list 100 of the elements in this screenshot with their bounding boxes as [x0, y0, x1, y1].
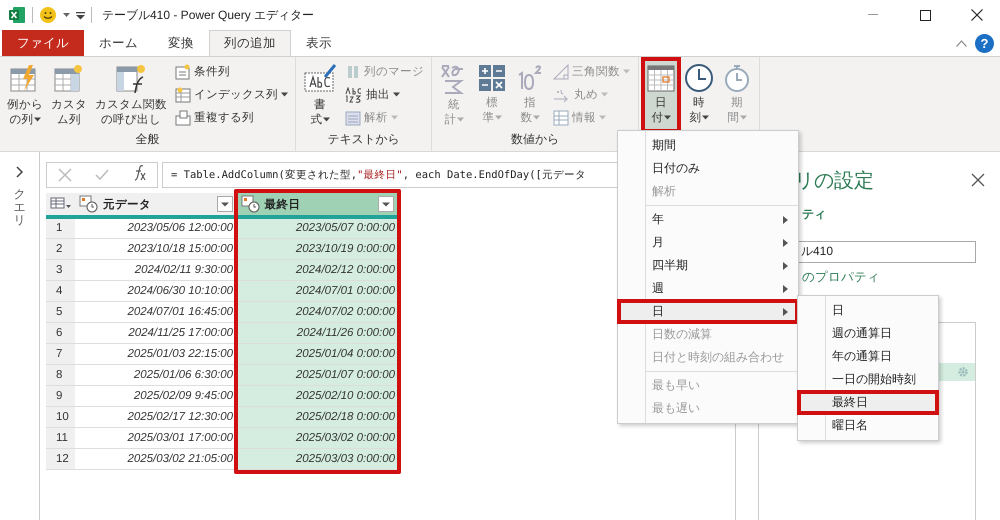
ribbon-button[interactable]: 時 刻 — [681, 59, 717, 131]
submenu-arrow-icon — [783, 216, 788, 224]
spreadsheet-app-icon — [8, 6, 26, 24]
ribbon-tab[interactable]: 表示 — [291, 30, 347, 56]
submenu-arrow-icon — [783, 308, 788, 316]
table-cell: 2024/06/30 10:10:00 — [75, 280, 236, 301]
ribbon-button[interactable]: インデックス列 — [172, 84, 291, 105]
operators-icon — [477, 63, 507, 93]
window-title: テーブル410 - Power Query エディター — [102, 6, 314, 24]
table-cell: 2025/02/10 0:00:00 — [236, 385, 398, 406]
ribbon-button[interactable]: カスタム関数 の呼び出し — [92, 59, 170, 131]
caret-icon — [456, 116, 464, 122]
ribbon-button[interactable]: カスタ ム列 — [48, 59, 90, 131]
table-cell: 2025/03/02 21:05:00 — [75, 448, 236, 469]
table-cell: 2025/01/07 0:00:00 — [236, 364, 398, 385]
menu-item[interactable]: 日 — [618, 300, 798, 323]
clock-icon — [684, 63, 714, 93]
ribbon-button[interactable]: 日 付 — [643, 59, 679, 131]
close-icon — [971, 172, 985, 187]
help-button[interactable]: ? — [975, 34, 994, 52]
table-cell: 2024/07/01 16:45:00 — [75, 301, 236, 322]
customize-toolbar-icon[interactable] — [76, 10, 85, 20]
caret-icon — [740, 114, 746, 120]
caret-icon — [382, 202, 390, 206]
table-cell: 2025/03/01 17:00:00 — [75, 427, 236, 448]
ribbon-tab[interactable]: 列の追加 — [209, 30, 291, 56]
menu-item[interactable]: 曜日名 — [798, 414, 938, 437]
caret-icon — [702, 114, 708, 120]
smiley-icon[interactable] — [39, 6, 57, 24]
row-number: 6 — [46, 322, 75, 343]
table-cell: 2025/01/03 22:15:00 — [75, 343, 236, 364]
table-cell: 2025/01/04 0:00:00 — [236, 343, 398, 364]
function-table-icon — [115, 63, 147, 95]
row-number: 3 — [46, 259, 75, 280]
menu-item[interactable]: 年 — [618, 208, 798, 231]
caret-icon — [664, 114, 670, 120]
datetime-type-icon[interactable] — [240, 195, 260, 213]
group-label: 全般 — [134, 131, 160, 148]
close-icon — [971, 9, 983, 21]
submenu-arrow-icon — [783, 262, 788, 270]
table-cell: 2023/05/06 12:00:00 — [75, 217, 236, 238]
row-number: 5 — [46, 301, 75, 322]
collapse-ribbon-icon[interactable] — [956, 40, 967, 46]
caret-icon — [494, 114, 502, 120]
table-menu-icon[interactable] — [50, 196, 72, 210]
menu-item[interactable]: 週の通算日 — [798, 322, 938, 345]
menu-item[interactable]: 週 — [618, 277, 798, 300]
menu-item[interactable]: 日 — [798, 299, 938, 322]
caret-icon — [623, 69, 630, 74]
table-cell: 2025/03/02 0:00:00 — [236, 427, 398, 448]
file-tab[interactable]: ファイル — [2, 30, 84, 56]
ribbon-button[interactable]: 重複する列 — [172, 107, 291, 128]
close-button[interactable] — [970, 172, 986, 189]
datetime-type-icon[interactable] — [79, 195, 99, 213]
ribbon-button[interactable]: 抽出 — [342, 84, 427, 105]
caret-icon — [34, 116, 40, 122]
numbered-table-icon — [175, 86, 191, 102]
table-cell: 2024/11/25 17:00:00 — [75, 322, 236, 343]
parse-icon — [345, 110, 361, 126]
menu-item[interactable]: 期間 — [618, 134, 798, 157]
menu-item[interactable]: 年の通算日 — [798, 345, 938, 368]
expand-icon[interactable] — [16, 166, 24, 178]
queries-pane-label: クエリ — [14, 188, 26, 228]
row-number: 12 — [46, 448, 75, 469]
calendar-icon — [646, 63, 676, 93]
table-cell: 2023/10/18 15:00:00 — [75, 238, 236, 259]
row-number: 10 — [46, 406, 75, 427]
row-number: 1 — [46, 217, 75, 238]
triangle-icon — [553, 64, 569, 80]
table-cell: 2025/01/06 6:30:00 — [75, 364, 236, 385]
table-cell: 2024/02/11 9:30:00 — [75, 259, 236, 280]
ribbon-tab[interactable]: 変換 — [153, 30, 209, 56]
submenu-arrow-icon — [783, 238, 788, 246]
caret-icon — [599, 115, 606, 120]
column-header: 元データ — [103, 198, 152, 212]
ribbon-button[interactable]: 書 式 — [300, 59, 340, 131]
caret-icon — [532, 114, 540, 120]
menu-item[interactable]: 一日の開始時刻 — [798, 368, 938, 391]
table-info-icon — [553, 110, 569, 126]
properties-link[interactable]: のプロパティ — [802, 268, 880, 286]
ribbon-button[interactable]: 例から の列 — [4, 59, 46, 131]
stopwatch-icon — [722, 63, 752, 93]
menu-item[interactable]: 最終日 — [798, 391, 938, 414]
table-cell: 2025/03/03 0:00:00 — [236, 448, 398, 469]
row-number: 4 — [46, 280, 75, 301]
row-number: 8 — [46, 364, 75, 385]
ribbon-tab[interactable]: ホーム — [84, 30, 153, 56]
table-cell: 2023/10/19 0:00:00 — [236, 238, 398, 259]
caret-icon — [322, 116, 330, 122]
ribbon-button[interactable]: 条件列 — [172, 61, 291, 82]
abc-123-icon — [345, 86, 363, 102]
check-icon[interactable] — [94, 169, 109, 181]
filter-button[interactable] — [216, 196, 232, 212]
group-label: テキストから — [326, 131, 400, 148]
row-number: 2 — [46, 238, 75, 259]
filter-button[interactable] — [378, 196, 394, 212]
group-label: 数値から — [510, 131, 560, 148]
table-cell: 2024/02/12 0:00:00 — [236, 259, 398, 280]
row-number: 11 — [46, 427, 75, 448]
caret-icon[interactable] — [63, 12, 70, 18]
